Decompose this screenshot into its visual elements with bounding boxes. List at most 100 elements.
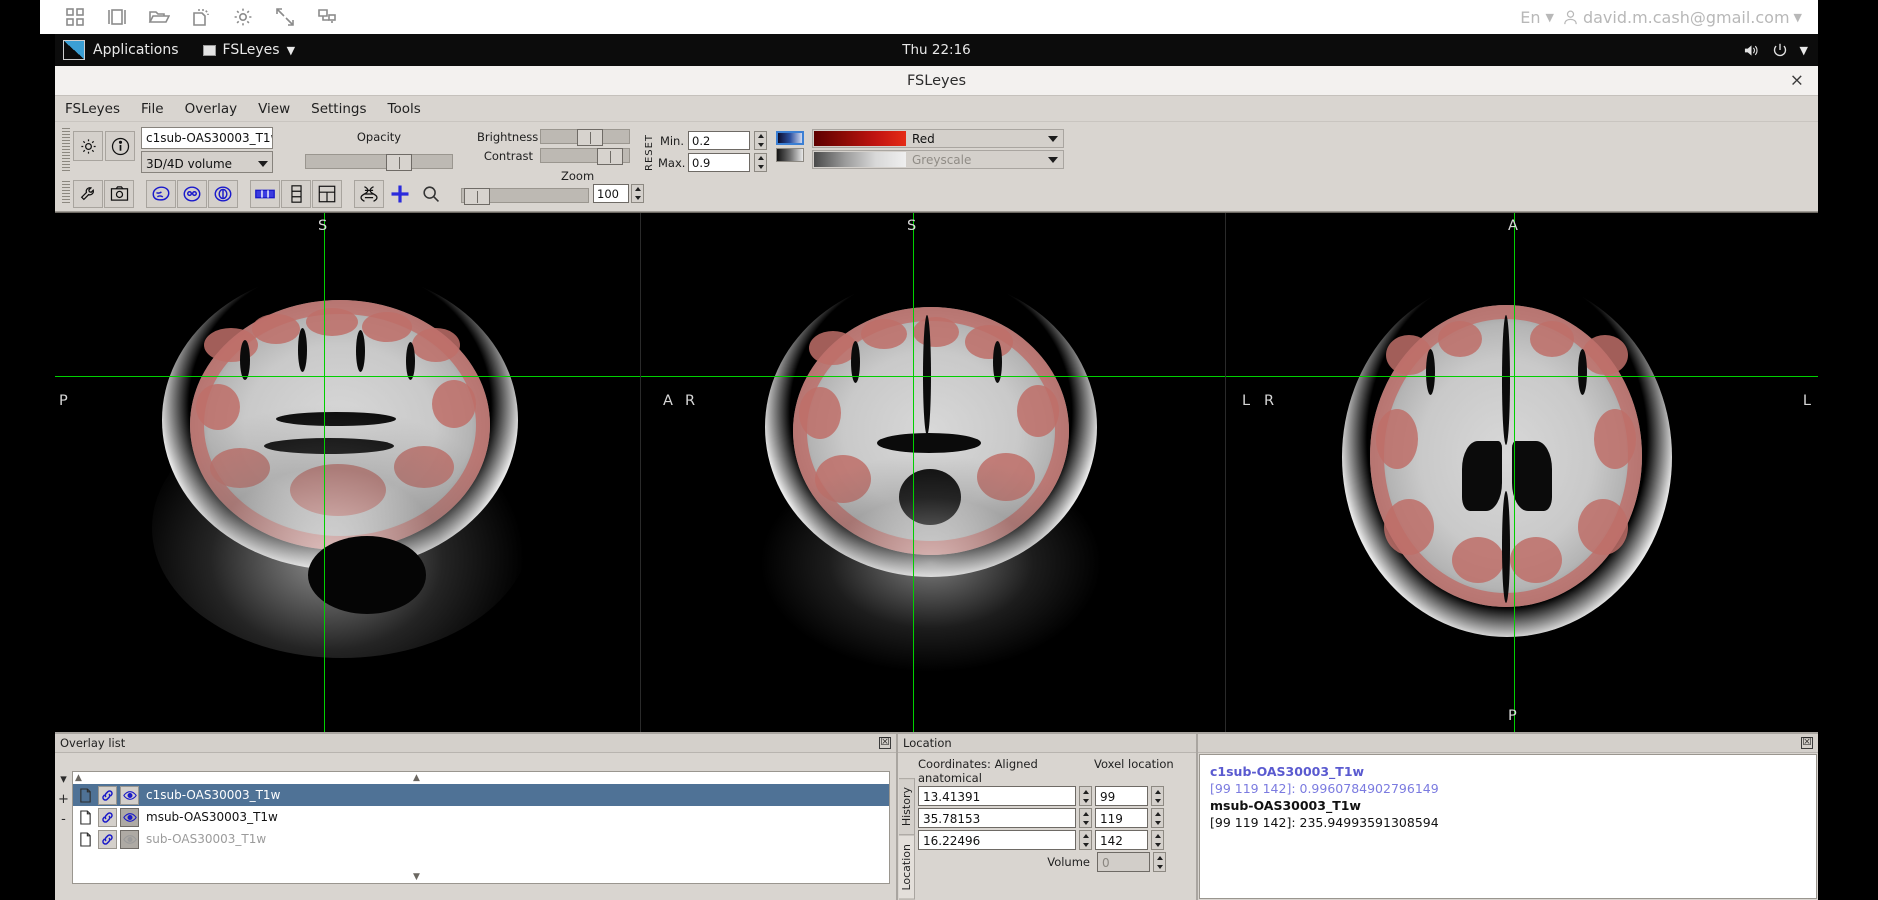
- zoom-stepper[interactable]: [631, 184, 644, 203]
- volume-icon[interactable]: [1743, 43, 1760, 58]
- colormap-preview-selected[interactable]: [776, 131, 804, 145]
- fullscreen-expand-icon[interactable]: [274, 6, 296, 28]
- coord-y-stepper[interactable]: [1079, 808, 1092, 828]
- view-toolbar-drag-handle[interactable]: [62, 180, 70, 205]
- menu-view[interactable]: View: [258, 101, 290, 117]
- taskbar-window-button[interactable]: FSLeyes ▼: [202, 42, 295, 58]
- overlay-remove-button[interactable]: -: [61, 813, 66, 826]
- location-panel: Location Location History Coordinates: A…: [898, 734, 1198, 900]
- opacity-slider[interactable]: [305, 154, 453, 171]
- toolbar-drag-handle[interactable]: [62, 128, 70, 171]
- menu-file[interactable]: File: [141, 101, 164, 117]
- overlay-type-label: 3D/4D volume: [146, 156, 233, 171]
- overlay-name-field[interactable]: c1sub-OAS30003_T1w: [141, 127, 273, 149]
- overlay-add-button[interactable]: +: [58, 793, 69, 806]
- axial-view[interactable]: A L R L P: [1225, 213, 1818, 732]
- overlay-link-toggle-0[interactable]: [98, 785, 117, 805]
- voxel-y-input[interactable]: 119: [1095, 808, 1148, 828]
- window-close-button[interactable]: ×: [1790, 72, 1804, 89]
- overlay-visibility-toggle-2[interactable]: [120, 829, 139, 849]
- apps-grid-icon[interactable]: [64, 6, 86, 28]
- layout-horizontal-icon[interactable]: [250, 179, 280, 208]
- overlay-row-0[interactable]: c1sub-OAS30003_T1w: [73, 784, 889, 806]
- menu-fsleyes[interactable]: FSLeyes: [65, 101, 120, 117]
- camera-screenshot-icon[interactable]: [104, 179, 134, 208]
- layout-grid-icon[interactable]: [312, 179, 342, 208]
- voxel-z-input[interactable]: 142: [1095, 830, 1148, 850]
- brain-sagittal-icon[interactable]: [146, 179, 176, 208]
- overlay-move-down-button[interactable]: ▾: [60, 773, 67, 786]
- coord-x-stepper[interactable]: [1079, 786, 1092, 806]
- brightness-slider-thumb[interactable]: [577, 129, 603, 146]
- overlay-list-close-button[interactable]: ☒: [879, 737, 891, 749]
- menu-tools[interactable]: Tools: [388, 101, 421, 117]
- brightness-slider[interactable]: [540, 129, 630, 146]
- chevron-down-icon[interactable]: [1048, 156, 1058, 163]
- min-input[interactable]: 0.2: [688, 131, 750, 150]
- zoom-slider-thumb[interactable]: [464, 188, 490, 205]
- magnifier-icon[interactable]: [416, 180, 446, 208]
- voxel-x-stepper[interactable]: [1151, 786, 1164, 806]
- voxel-x-input[interactable]: 99: [1095, 786, 1148, 806]
- gear-settings-icon[interactable]: [232, 6, 254, 28]
- power-icon[interactable]: [1772, 42, 1788, 58]
- chevron-down-icon[interactable]: [1048, 135, 1058, 142]
- tab-history[interactable]: History: [898, 778, 915, 836]
- overlay-visibility-toggle-0[interactable]: [120, 785, 139, 805]
- overlay-visibility-toggle-1[interactable]: [120, 807, 139, 827]
- taskbar-clock[interactable]: Thu 22:16: [902, 42, 971, 58]
- coord-z-stepper[interactable]: [1079, 830, 1092, 850]
- chevron-down-icon[interactable]: ▼: [1800, 45, 1808, 56]
- coord-z-input[interactable]: 16.22496: [918, 830, 1076, 850]
- os-top-bar-right: En ▼ david.m.cash@gmail.com ▼: [1520, 8, 1802, 27]
- display-settings-button[interactable]: [73, 131, 103, 161]
- remote-display-icon[interactable]: [316, 6, 338, 28]
- sidebar-panel-icon[interactable]: [106, 6, 128, 28]
- scroll-down-arrow-mid[interactable]: ▼: [413, 872, 420, 882]
- voxel-y-stepper[interactable]: [1151, 808, 1164, 828]
- overlay-row-2[interactable]: sub-OAS30003_T1w: [73, 828, 889, 850]
- overlay-link-toggle-2[interactable]: [98, 829, 117, 849]
- movie-filmstrip-icon[interactable]: [354, 179, 384, 208]
- wrench-glyph: [80, 186, 94, 200]
- overlay-list-header: Overlay list ☒: [55, 734, 896, 753]
- user-account-menu[interactable]: david.m.cash@gmail.com ▼: [1562, 8, 1802, 27]
- colormap-item-red[interactable]: Red: [812, 129, 1064, 148]
- crosshair-icon[interactable]: [385, 180, 415, 208]
- max-input[interactable]: 0.9: [688, 153, 750, 172]
- voxel-z-stepper[interactable]: [1151, 830, 1164, 850]
- max-stepper[interactable]: [754, 153, 767, 172]
- overlay-info-button[interactable]: [105, 131, 135, 161]
- scroll-up-arrow-mid[interactable]: ▲: [413, 773, 420, 783]
- coronal-view[interactable]: S A R: [640, 213, 1225, 732]
- zoom-input[interactable]: 100: [593, 184, 629, 203]
- coord-x-input[interactable]: 13.41391: [918, 786, 1076, 806]
- contrast-slider[interactable]: [540, 148, 630, 165]
- info-overlay-name-0: c1sub-OAS30003_T1w: [1210, 764, 1365, 779]
- opacity-slider-thumb[interactable]: [386, 154, 412, 171]
- colormap-preview-alt[interactable]: [776, 148, 804, 162]
- overlay-link-toggle-1[interactable]: [98, 807, 117, 827]
- coord-y-input[interactable]: 35.78153: [918, 808, 1076, 828]
- scroll-up-arrow-left[interactable]: ▲: [75, 773, 82, 783]
- overlay-type-dropdown[interactable]: 3D/4D volume: [141, 151, 273, 173]
- menu-overlay[interactable]: Overlay: [185, 101, 237, 117]
- brain-coronal-icon[interactable]: [208, 179, 238, 208]
- folder-open-icon[interactable]: [148, 6, 170, 28]
- min-stepper[interactable]: [754, 131, 767, 150]
- sagittal-view[interactable]: S P: [55, 213, 640, 732]
- colormap-item-greyscale[interactable]: Greyscale: [812, 150, 1064, 169]
- voxel-info-close-button[interactable]: ☒: [1801, 737, 1813, 749]
- reset-button[interactable]: RESET: [644, 130, 655, 174]
- language-selector[interactable]: En ▼: [1520, 8, 1554, 27]
- overlay-row-1[interactable]: msub-OAS30003_T1w: [73, 806, 889, 828]
- zoom-slider[interactable]: [461, 188, 589, 205]
- layout-vertical-icon[interactable]: [281, 179, 311, 208]
- applications-menu[interactable]: Applications: [93, 42, 179, 58]
- brain-axial-icon[interactable]: [177, 179, 207, 208]
- copy-file-icon[interactable]: [190, 6, 212, 28]
- contrast-slider-thumb[interactable]: [597, 148, 623, 165]
- menu-settings[interactable]: Settings: [311, 101, 366, 117]
- tab-location[interactable]: Location: [898, 835, 915, 900]
- wrench-settings-icon[interactable]: [73, 179, 103, 208]
